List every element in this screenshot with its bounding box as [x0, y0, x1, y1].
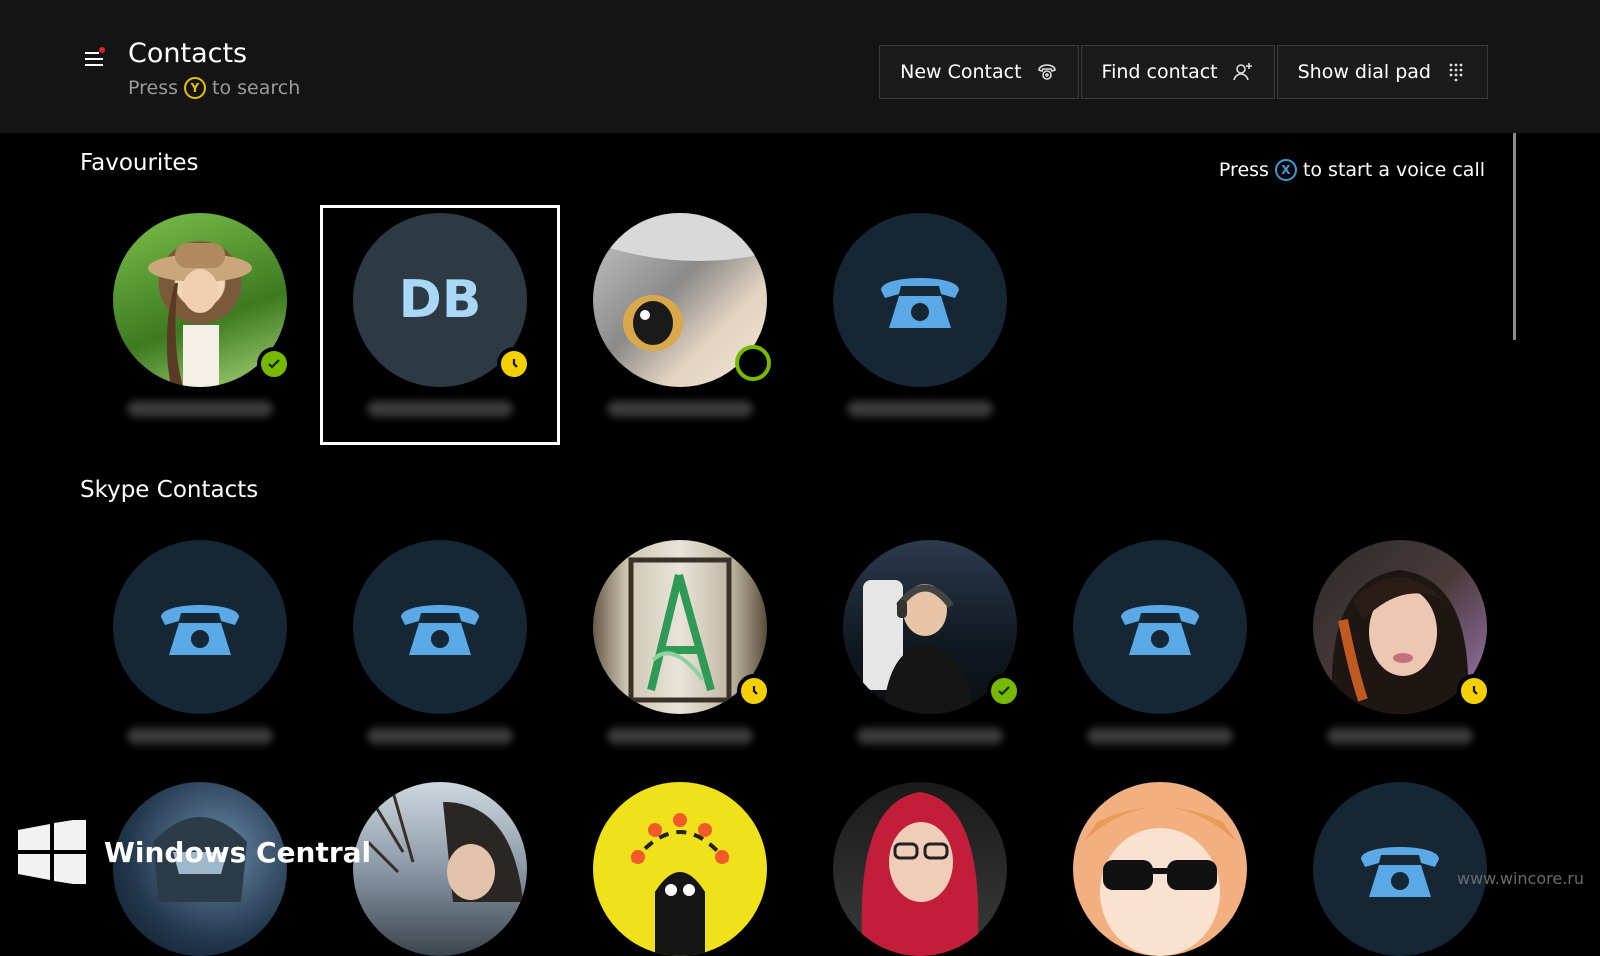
phone-icon	[161, 605, 239, 655]
contact-tile[interactable]	[353, 782, 527, 956]
contact-avatar	[113, 540, 287, 714]
phone-icon	[1361, 847, 1439, 897]
skype-contacts-heading: Skype Contacts	[80, 477, 259, 503]
contact-name-blurred	[607, 728, 753, 744]
site-watermark: www.wincore.ru	[1456, 869, 1584, 888]
voice-call-hint: Press X to start a voice call	[1219, 159, 1485, 181]
add-person-icon	[1232, 61, 1254, 83]
windows-central-watermark: Windows Central	[16, 820, 371, 884]
new-contact-button[interactable]: New Contact	[879, 45, 1079, 99]
contact-avatar	[353, 540, 527, 714]
voice-hint-prefix: Press	[1218, 159, 1269, 181]
online-status-icon	[987, 674, 1021, 708]
search-hint-suffix: to search	[212, 77, 301, 99]
y-button-icon: Y	[184, 77, 207, 99]
show-dial-pad-label: Show dial pad	[1297, 61, 1431, 83]
contact-tile[interactable]	[593, 782, 767, 956]
contact-tile[interactable]	[593, 213, 771, 417]
new-contact-icon	[1036, 61, 1058, 83]
watermark-brand: Windows Central	[104, 835, 372, 869]
contact-tile[interactable]	[1313, 540, 1491, 744]
contact-avatar	[1073, 782, 1247, 956]
away-status-icon	[497, 347, 531, 381]
contact-name-blurred	[367, 728, 513, 744]
app-header: Contacts Press Y to search New Contact F…	[0, 0, 1600, 133]
search-hint: Press Y to search	[128, 77, 300, 99]
contact-avatar	[593, 782, 767, 956]
windows-logo-icon	[18, 820, 86, 884]
contact-avatar	[353, 782, 527, 956]
contact-name-blurred	[857, 728, 1003, 744]
find-contact-label: Find contact	[1101, 61, 1218, 83]
yellow-ghost-icon	[631, 813, 729, 956]
winter-person-photo-icon	[366, 791, 523, 902]
voice-hint-suffix: to start a voice call	[1302, 159, 1485, 181]
away-status-icon	[737, 674, 771, 708]
contact-tile[interactable]	[833, 782, 1007, 956]
online-ring-status-icon	[735, 345, 771, 381]
contact-tile[interactable]	[593, 540, 771, 744]
phone-icon	[881, 278, 959, 328]
phone-icon	[1121, 605, 1199, 655]
contact-tile[interactable]	[1073, 782, 1247, 956]
x-button-icon: X	[1274, 159, 1297, 181]
anime-sunglasses-icon	[1083, 807, 1237, 956]
toolbar: New Contact Find contact Show dial pad	[879, 45, 1488, 99]
new-contact-label: New Contact	[900, 61, 1022, 83]
scrollbar[interactable]	[1513, 133, 1516, 340]
contact-name-blurred	[1087, 728, 1233, 744]
show-dial-pad-button[interactable]: Show dial pad	[1276, 45, 1488, 99]
contact-tile[interactable]	[1073, 540, 1247, 744]
page-title: Contacts	[128, 38, 248, 69]
phone-icon	[401, 605, 479, 655]
favourites-heading: Favourites	[80, 150, 199, 176]
contact-name-blurred	[1327, 728, 1473, 744]
find-contact-button[interactable]: Find contact	[1080, 45, 1275, 99]
contact-name-blurred	[607, 401, 753, 417]
contact-name-blurred	[367, 401, 513, 417]
contact-name-blurred	[847, 401, 993, 417]
away-status-icon	[1457, 674, 1491, 708]
contact-tile[interactable]	[353, 540, 527, 744]
contact-tile[interactable]	[113, 540, 287, 744]
hamburger-menu-icon[interactable]	[85, 47, 107, 69]
contact-tile-focused[interactable]: DB	[353, 213, 531, 417]
dial-pad-icon	[1445, 61, 1467, 83]
search-hint-prefix: Press	[128, 77, 179, 99]
contact-tile[interactable]	[833, 213, 1007, 417]
contact-tile[interactable]	[113, 213, 291, 417]
contact-name-blurred	[127, 401, 273, 417]
contact-name-blurred	[127, 728, 273, 744]
contact-avatar	[1073, 540, 1247, 714]
notification-dot-icon	[99, 47, 105, 53]
red-hair-woman-photo-icon	[861, 792, 979, 956]
contact-avatar	[833, 782, 1007, 956]
contact-tile[interactable]	[843, 540, 1021, 744]
contact-avatar	[833, 213, 1007, 387]
online-status-icon	[257, 347, 291, 381]
